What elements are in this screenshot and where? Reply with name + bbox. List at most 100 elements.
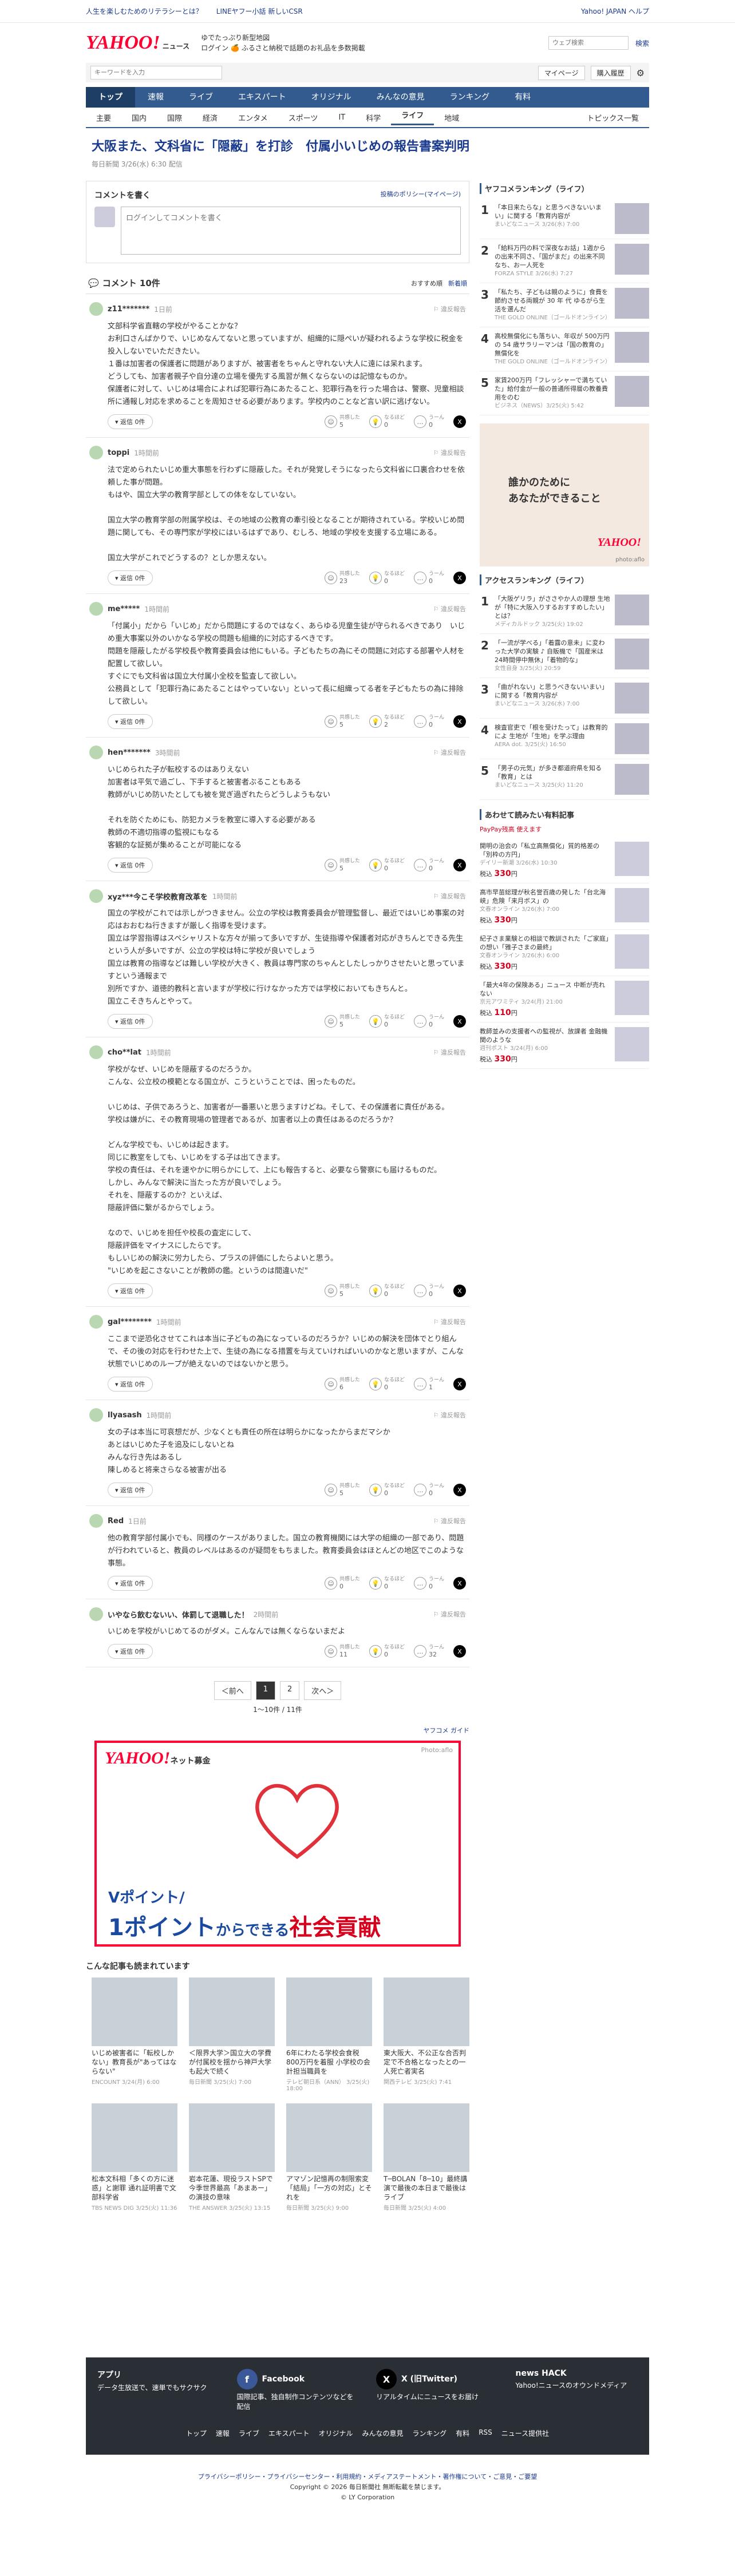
article-title[interactable]: 大阪また、文科省に「隠蔽」を打診 付属小いじめの報告書案判明 <box>92 136 643 154</box>
reply-toggle[interactable]: ▾ 返信 0件 <box>108 570 153 585</box>
footer-link[interactable]: オリジナル <box>319 2428 353 2438</box>
gnav-ranking[interactable]: ランキング <box>437 87 503 108</box>
agree-button[interactable]: ☺ 共感した 5 <box>324 858 360 872</box>
footer-link[interactable]: 有料 <box>456 2428 469 2438</box>
ranking-item[interactable]: 4 高校無償化にも落ちい、年収が 500万円 の 54 歳サラリーマンは「国の教… <box>480 327 649 371</box>
agree-button[interactable]: ☺ 共感した 0 <box>324 1576 360 1590</box>
web-search-button[interactable]: 検索 <box>635 38 649 48</box>
reply-toggle[interactable]: ▾ 返信 0件 <box>108 714 153 729</box>
cat-entertainment[interactable]: エンタメ <box>228 112 278 123</box>
hmm-button[interactable]: … うーん 0 <box>413 415 444 429</box>
insight-button[interactable]: 💡 なるほど 2 <box>369 715 405 728</box>
reply-toggle[interactable]: ▾ 返信 0件 <box>108 1377 153 1392</box>
user-name[interactable]: gal******** <box>108 1318 152 1326</box>
ranking-item[interactable]: 1 「本日来たらな」と思うべきないいまい」に関する「教育内容が まいどなニュース … <box>480 199 649 239</box>
x-share-icon[interactable]: X <box>453 1645 466 1658</box>
promo-link-literacy[interactable]: 人生を楽しむためのリテラシーとは？ <box>86 6 203 16</box>
hmm-button[interactable]: … うーん 1 <box>413 1377 444 1391</box>
recommended-item[interactable]: 東大阪大、不公正な合否判定で不合格となったとの一人死亡者実名 関西テレビ 3/2… <box>384 1977 469 2092</box>
cat-international[interactable]: 国際 <box>157 112 192 123</box>
history-button[interactable]: 購入履歴 <box>590 65 631 80</box>
paid-article-item[interactable]: 高市早苗総理が秋名誉百歳の発した「台北海峡」危険「来月ボス」の 文春オンライン … <box>480 883 649 930</box>
report-link[interactable]: ⚐ 違反報告 <box>433 1317 466 1326</box>
footer-link[interactable]: トップ <box>186 2428 207 2438</box>
recommended-item[interactable]: 6年にわたる学校会食税800万円を着服 小学校の会計担当職員を テレビ朝日系（A… <box>286 1977 372 2092</box>
reply-toggle[interactable]: ▾ 返信 0件 <box>108 858 153 873</box>
gear-icon[interactable]: ⚙ <box>637 68 645 78</box>
topics-list-link[interactable]: トピックス一覧 <box>576 112 649 123</box>
cat-science[interactable]: 科学 <box>355 112 391 123</box>
insight-button[interactable]: 💡 なるほど 0 <box>369 1284 405 1298</box>
x-share-icon[interactable]: X <box>453 1484 466 1496</box>
footer-link[interactable]: みんなの意見 <box>362 2428 404 2438</box>
paid-article-item[interactable]: 紀子さま業験との相談で教訓された「ご家庭」の想い「雅子さまの最終」 文春オンライ… <box>480 930 649 976</box>
donation-banner[interactable]: YAHOO!ネット募金 Photo:aflo Vポイント/ 1ポイントからできる… <box>94 1741 461 1947</box>
user-name[interactable]: z11******* <box>108 305 149 314</box>
footer-link[interactable]: ニュース提供社 <box>501 2428 549 2438</box>
gnav-expert[interactable]: エキスパート <box>226 87 299 108</box>
gnav-original[interactable]: オリジナル <box>299 87 364 108</box>
gnav-live[interactable]: ライブ <box>176 87 226 108</box>
agree-button[interactable]: ☺ 共感した 5 <box>324 415 360 429</box>
ranking-item[interactable]: 2 「給料万円の料で深夜なお話」1週から の出来不同さ、「国がまだ」の出来不同な… <box>480 239 649 283</box>
footer-x[interactable]: XX (旧Twitter) リアルタイムにニュースをお届け <box>376 2369 499 2411</box>
ranking-item[interactable]: 5 「男子の元気」が多き都道府県を知る「教育」とは まいどなニュース 3/25(火… <box>480 759 649 800</box>
news-search-input[interactable] <box>90 66 222 80</box>
recommended-item[interactable]: いじめ被害者に「転校しかない」教育長が"あってはならない" ENCOUNT 3/… <box>92 1977 177 2092</box>
ranking-item[interactable]: 4 検査官吏で「根を受けたって」は教育的によ 生地が「生地」を学ぶ理由 AERA … <box>480 719 649 759</box>
x-share-icon[interactable]: X <box>453 1378 466 1390</box>
report-link[interactable]: ⚐ 違反報告 <box>433 1516 466 1525</box>
footer-facebook[interactable]: f Facebook 国際記事、独自制作コンテンツなどを配信 <box>236 2369 359 2411</box>
cat-local[interactable]: 地域 <box>434 112 469 123</box>
page-2-button[interactable]: 2 <box>280 1681 300 1700</box>
insight-button[interactable]: 💡 なるほど 0 <box>369 1483 405 1497</box>
ranking-item[interactable]: 2 「一流が学べる」「着露の意未」に変わった大学の実験 ♪ 自販機で「国産米は2… <box>480 634 649 678</box>
x-share-icon[interactable]: X <box>453 1015 466 1028</box>
reply-toggle[interactable]: ▾ 返信 0件 <box>108 1283 153 1298</box>
report-link[interactable]: ⚐ 違反報告 <box>433 1410 466 1420</box>
prev-page-button[interactable]: ＜前へ <box>214 1681 251 1700</box>
report-link[interactable]: ⚐ 違反報告 <box>433 1610 466 1619</box>
sort-recommended[interactable]: おすすめ順 <box>411 279 442 288</box>
footer-app[interactable]: アプリ データ生放送で、速単でもサクサク <box>97 2369 220 2411</box>
hmm-button[interactable]: … うーん 0 <box>413 571 444 585</box>
insight-button[interactable]: 💡 なるほど 0 <box>369 858 405 872</box>
hmm-button[interactable]: … うーん 0 <box>413 1284 444 1298</box>
agree-button[interactable]: ☺ 共感した 5 <box>324 1483 360 1497</box>
cat-main[interactable]: 主要 <box>86 112 121 123</box>
insight-button[interactable]: 💡 なるほど 0 <box>369 1014 405 1028</box>
report-link[interactable]: ⚐ 違反報告 <box>433 304 466 314</box>
agree-button[interactable]: ☺ 共感した 23 <box>324 571 360 585</box>
hmm-button[interactable]: … うーん 0 <box>413 715 444 728</box>
hmm-button[interactable]: … うーん 0 <box>413 858 444 872</box>
help-link[interactable]: Yahoo! JAPAN ヘルプ <box>581 6 649 16</box>
gnav-opinions[interactable]: みんなの意見 <box>364 87 437 108</box>
policy-link[interactable]: 投稿のポリシー(マイページ) <box>381 189 461 201</box>
web-search-input[interactable] <box>548 36 629 50</box>
user-name[interactable]: cho**lat <box>108 1048 141 1057</box>
x-share-icon[interactable]: X <box>453 1285 466 1297</box>
comment-textarea[interactable] <box>121 207 461 255</box>
user-name[interactable]: いやなら飲むないい、体罰して退職した！ <box>108 1609 249 1620</box>
mypage-button[interactable]: マイページ <box>538 65 585 80</box>
sort-newest[interactable]: 新着順 <box>448 279 467 288</box>
promo-line-1[interactable]: ゆでたっぷり新型地図 <box>201 33 365 43</box>
ranking-item[interactable]: 5 家賃200万円「フレッシャーで満ちていた」給付金が一般の普通所得層の教養費用… <box>480 371 649 415</box>
x-share-icon[interactable]: X <box>453 859 466 871</box>
agree-button[interactable]: ☺ 共感した 11 <box>324 1644 360 1658</box>
user-name[interactable]: me***** <box>108 605 140 613</box>
insight-button[interactable]: 💡 なるほど 0 <box>369 415 405 429</box>
paid-article-item[interactable]: 「最大4年の保険ある」ニュース 中断が売れない 京元アワミティ 3/24(月) … <box>480 976 649 1023</box>
user-name[interactable]: xyz***今こそ学校教育改革を <box>108 891 208 902</box>
user-name[interactable]: hen******* <box>108 748 151 757</box>
reply-toggle[interactable]: ▾ 返信 0件 <box>108 1644 153 1659</box>
reply-toggle[interactable]: ▾ 返信 0件 <box>108 1483 153 1497</box>
report-link[interactable]: ⚐ 違反報告 <box>433 604 466 613</box>
promo-link-csr[interactable]: LINEヤフー小話 新しいCSR <box>216 6 303 16</box>
hmm-button[interactable]: … うーん 0 <box>413 1576 444 1590</box>
recommended-item[interactable]: 岩本花蓮、現役ラストSPで今季世界最高「あまあー」の演技の意味 THE ANSW… <box>189 2103 275 2212</box>
cat-life[interactable]: ライフ <box>391 109 434 125</box>
footer-newshack[interactable]: news HACK Yahoo!ニュースのオウンドメディア <box>516 2369 638 2411</box>
report-link[interactable]: ⚐ 違反報告 <box>433 891 466 901</box>
user-name[interactable]: Red <box>108 1517 124 1525</box>
